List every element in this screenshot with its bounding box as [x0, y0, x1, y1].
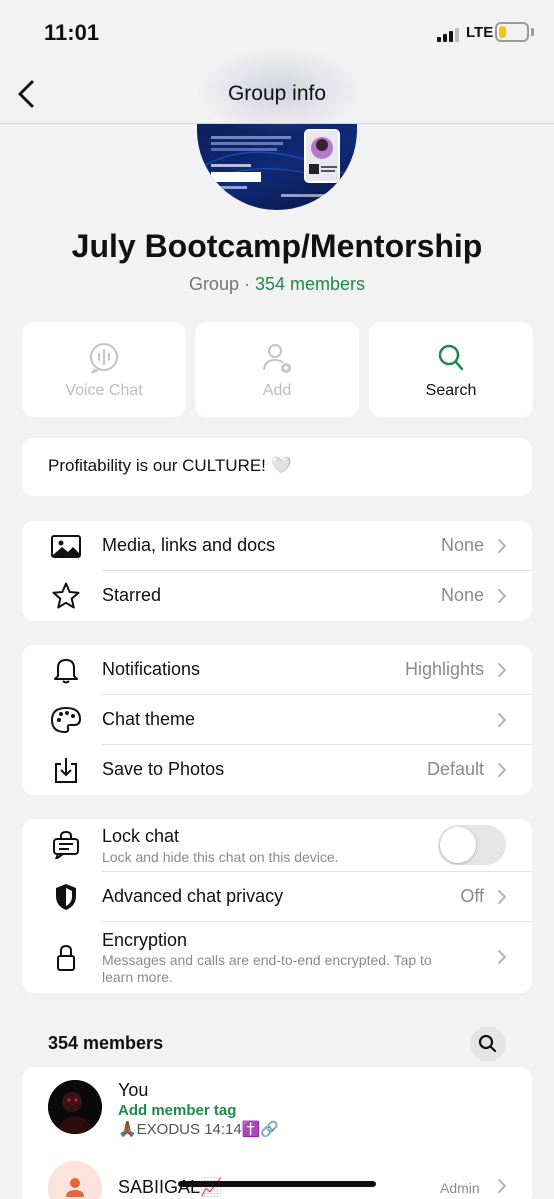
chevron-right-icon [498, 663, 507, 677]
group-meta: Group · 354 members [188, 274, 366, 294]
row-lock-chat: Lock chat Lock and hide this chat on thi… [22, 819, 532, 871]
voice-chat-button[interactable]: Voice Chat [22, 322, 186, 417]
page-title: Group info [227, 82, 327, 105]
description-text: Profitability is our CULTURE! 🤍 [48, 456, 292, 475]
star-icon [52, 582, 80, 609]
avatar [48, 1080, 102, 1134]
palette-icon [50, 706, 82, 734]
lock-chat-toggle[interactable] [438, 825, 506, 865]
row-starred[interactable]: Starred None [22, 571, 532, 621]
avatar [48, 1161, 102, 1199]
lock-chat-icon [53, 831, 79, 859]
add-person-icon [263, 344, 291, 373]
chevron-right-icon [498, 950, 507, 964]
media-section: Media, links and docs None Starred None [22, 521, 532, 621]
chevron-right-icon [498, 713, 507, 727]
chevron-right-icon [498, 763, 507, 777]
nav-header: Group info [0, 46, 554, 136]
group-type: Group [188, 274, 239, 294]
image-icon [51, 535, 81, 558]
status-time: 11:01 [44, 20, 100, 45]
row-media-links-docs[interactable]: Media, links and docs None [22, 521, 532, 571]
members-search-button[interactable] [470, 1026, 506, 1062]
add-member-button[interactable]: Add [195, 322, 359, 417]
members-title: 354 members [48, 1033, 164, 1053]
network-label: LTE [466, 24, 494, 41]
group-member-count[interactable]: 354 members [255, 274, 365, 294]
bell-icon [54, 659, 78, 684]
members-list: You Add member tag 🙏🏾EXODUS 14:14✝️🔗 SAB… [22, 1067, 532, 1199]
row-advanced-chat-privacy[interactable]: Advanced chat privacy Off [22, 872, 532, 922]
group-description[interactable]: Profitability is our CULTURE! 🤍 [22, 438, 532, 496]
search-icon [478, 1034, 497, 1053]
search-button[interactable]: Search [369, 322, 533, 417]
chevron-right-icon [498, 589, 507, 603]
home-indicator [178, 1181, 376, 1187]
row-chat-theme[interactable]: Chat theme [22, 695, 532, 745]
admin-badge: Admin [440, 1180, 480, 1196]
search-icon [438, 344, 464, 371]
privacy-section: Lock chat Lock and hide this chat on thi… [22, 819, 532, 993]
padlock-icon [57, 944, 75, 971]
group-name: July Bootcamp/Mentorship [71, 228, 483, 264]
member-status: 🙏🏾EXODUS 14:14✝️🔗 [118, 1121, 280, 1138]
list-item[interactable]: You Add member tag 🙏🏾EXODUS 14:14✝️🔗 [22, 1067, 532, 1153]
person-icon [66, 1178, 84, 1197]
battery-icon [495, 22, 529, 42]
add-member-tag-link[interactable]: Add member tag [118, 1102, 236, 1119]
list-item[interactable]: SABIIGAL📈 Admin [22, 1157, 532, 1199]
chevron-right-icon [498, 890, 507, 904]
voice-chat-icon [90, 343, 118, 374]
settings-section: Notifications Highlights Chat theme Save… [22, 645, 532, 795]
row-save-to-photos[interactable]: Save to Photos Default [22, 745, 532, 795]
row-notifications[interactable]: Notifications Highlights [22, 645, 532, 695]
download-icon [55, 758, 77, 783]
row-encryption[interactable]: Encryption Messages and calls are end-to… [22, 922, 532, 992]
chevron-right-icon [498, 539, 507, 553]
shield-icon [56, 884, 76, 910]
signal-icon [437, 26, 461, 42]
chevron-right-icon [498, 1179, 507, 1193]
